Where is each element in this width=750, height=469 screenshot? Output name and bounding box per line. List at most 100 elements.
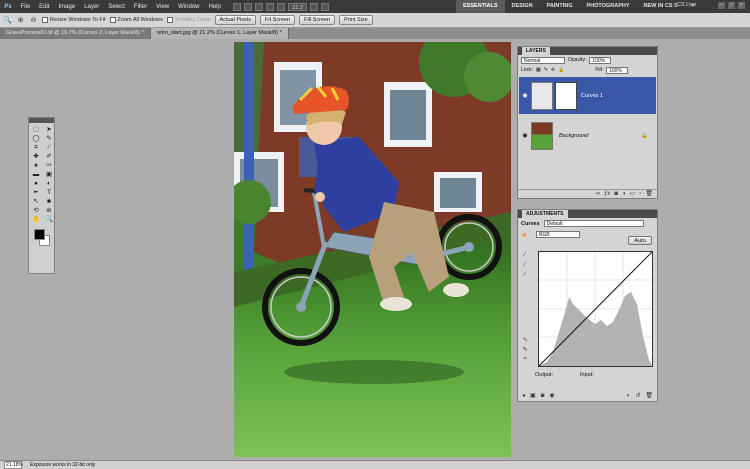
zoom-in-icon[interactable]: ⊕ (16, 16, 25, 25)
type-tool-icon[interactable]: T (43, 188, 55, 197)
workspace-painting[interactable]: PAINTING (540, 0, 580, 13)
target-adjust-icon[interactable]: ☝ (521, 232, 528, 238)
resize-windows-checkbox[interactable]: Resize Windows To Fit (42, 17, 106, 23)
reset-icon[interactable]: ↺ (635, 391, 640, 401)
fill-input[interactable]: 100% (606, 66, 629, 74)
adjustments-tab[interactable]: ADJUSTMENTS (522, 210, 568, 218)
menu-filter[interactable]: Filter (129, 4, 151, 10)
view-previous-state-icon[interactable]: ◐ (627, 391, 631, 401)
actual-pixels-button[interactable]: Actual Pixels (214, 15, 257, 25)
hand-tool-icon[interactable] (266, 2, 275, 11)
scrubby-zoom-checkbox[interactable]: Scrubby Zoom (166, 17, 211, 23)
zoom-tool-icon[interactable] (277, 2, 286, 11)
link-layers-icon[interactable]: ∞ (596, 190, 600, 198)
marquee-tool-icon[interactable]: ⬚ (30, 125, 42, 134)
channel-select[interactable]: RGB (535, 231, 580, 238)
smooth-icon[interactable]: ≈ (521, 356, 529, 362)
lasso-tool-icon[interactable]: ◯ (30, 134, 42, 143)
eraser-tool-icon[interactable]: ▬ (30, 170, 42, 179)
visibility-eye-icon[interactable]: ◉ (519, 132, 531, 139)
menu-help[interactable]: Help (204, 4, 225, 10)
layers-panel-header[interactable]: LAYERS (518, 47, 657, 55)
checkbox-box[interactable] (166, 17, 173, 23)
new-layer-icon[interactable]: ▫ (639, 190, 641, 198)
move-tool-icon[interactable]: ➤ (43, 125, 55, 134)
path-selection-tool-icon[interactable]: ↖ (30, 197, 42, 206)
clip-to-layer-icon[interactable]: ◙ (541, 391, 545, 401)
zoom-level-select[interactable]: 21.2 (288, 2, 308, 11)
zoom-percent-field[interactable]: 21.18% (4, 461, 23, 469)
clone-stamp-tool-icon[interactable]: ♠ (30, 161, 42, 170)
tab-retro-start[interactable]: retro_start.jpg @ 21.2% (Curves 1, Layer… (150, 28, 289, 39)
expanded-view-icon[interactable]: ▣ (530, 391, 536, 401)
blend-mode-select[interactable]: Normal (521, 56, 565, 64)
layers-tab[interactable]: LAYERS (522, 47, 550, 55)
checkbox-box[interactable] (109, 17, 116, 23)
lock-transparent-icon[interactable]: ▦ (536, 67, 541, 73)
close-icon[interactable]: × (738, 2, 745, 9)
shape-tool-icon[interactable]: ■ (43, 197, 55, 206)
black-point-eyedropper-icon[interactable]: ⁄ (521, 252, 529, 258)
tab-grassprocess[interactable]: GrassProcess01.tif @ 16.7% (Curves 2, La… (0, 28, 151, 39)
arrange-documents-icon[interactable] (310, 2, 319, 11)
trash-icon[interactable]: 🗑 (645, 391, 653, 401)
curves-graph[interactable] (538, 251, 653, 367)
mini-bridge-icon[interactable] (244, 2, 253, 11)
curve-point-tool-icon[interactable]: ∿ (521, 336, 529, 343)
white-point-eyedropper-icon[interactable]: ⁄ (521, 272, 529, 278)
lock-image-icon[interactable]: ✎ (544, 67, 548, 73)
toggle-visibility-icon[interactable]: ◉ (549, 391, 554, 401)
blur-tool-icon[interactable]: ● (30, 179, 42, 188)
lock-position-icon[interactable]: ✛ (551, 67, 555, 73)
extras-icon[interactable] (255, 2, 264, 11)
dodge-tool-icon[interactable]: ◐ (43, 179, 55, 188)
3d-rotate-tool-icon[interactable]: ⟲ (30, 206, 42, 215)
auto-button[interactable]: Auto (628, 236, 652, 245)
screen-mode-icon[interactable] (321, 2, 330, 11)
layer-mask-thumbnail[interactable] (555, 81, 577, 110)
minimize-icon[interactable]: – (718, 2, 725, 9)
new-adjustment-icon[interactable]: ◑ (622, 190, 626, 198)
layer-style-icon[interactable]: ƒx (604, 190, 610, 198)
hand-tool-icon[interactable]: ✋ (30, 215, 42, 224)
menu-window[interactable]: Window (174, 4, 204, 10)
add-mask-icon[interactable]: ◙ (614, 190, 618, 198)
gray-point-eyedropper-icon[interactable]: ⁄ (521, 262, 529, 268)
eyedropper-tool-icon[interactable]: ⁄ (43, 143, 55, 152)
menu-select[interactable]: Select (104, 4, 130, 10)
zoom-out-icon[interactable]: ⊖ (29, 16, 38, 25)
document-canvas[interactable] (234, 42, 511, 457)
print-size-button[interactable]: Print Size (339, 15, 373, 25)
pen-tool-icon[interactable]: ✒ (30, 188, 42, 197)
menu-image[interactable]: Image (54, 4, 80, 10)
layer-row-curves-1[interactable]: ◉ Curves 1 (519, 77, 656, 114)
return-to-list-icon[interactable]: ◂ (522, 391, 525, 401)
history-brush-tool-icon[interactable]: ✑ (43, 161, 55, 170)
checkbox-box[interactable] (42, 17, 48, 23)
crop-tool-icon[interactable]: ⌗ (30, 143, 42, 152)
3d-orbit-tool-icon[interactable]: ⊛ (43, 206, 55, 215)
bridge-icon[interactable] (233, 2, 242, 11)
lock-all-icon[interactable]: 🔒 (558, 67, 564, 73)
pencil-tool-icon[interactable]: ✎ (521, 346, 529, 353)
menu-file[interactable]: File (16, 4, 35, 10)
menu-edit[interactable]: Edit (35, 4, 54, 10)
visibility-eye-icon[interactable]: ◉ (519, 92, 531, 99)
zoom-tool-icon[interactable]: 🔍 (43, 215, 55, 224)
preset-select[interactable]: Default (543, 220, 644, 227)
new-group-icon[interactable]: ▭ (630, 190, 636, 198)
zoom-tool-preset-icon[interactable]: 🔍 (3, 16, 12, 25)
workspace-essentials[interactable]: ESSENTIALS (456, 0, 505, 13)
maximize-icon[interactable]: □ (728, 2, 735, 9)
trash-icon[interactable]: 🗑 (645, 190, 653, 198)
foreground-color-swatch[interactable] (34, 229, 45, 240)
quick-select-tool-icon[interactable]: ✎ (43, 134, 55, 143)
opacity-input[interactable]: 100% (589, 56, 612, 64)
zoom-all-windows-checkbox[interactable]: Zoom All Windows (109, 17, 163, 23)
healing-brush-tool-icon[interactable]: ✚ (30, 152, 42, 161)
layer-row-background[interactable]: ◉ Background 🔒 (519, 117, 656, 154)
menu-view[interactable]: View (152, 4, 174, 10)
brush-tool-icon[interactable]: ✐ (43, 152, 55, 161)
fill-screen-button[interactable]: Fill Screen (299, 15, 336, 25)
fit-screen-button[interactable]: Fit Screen (260, 15, 296, 25)
